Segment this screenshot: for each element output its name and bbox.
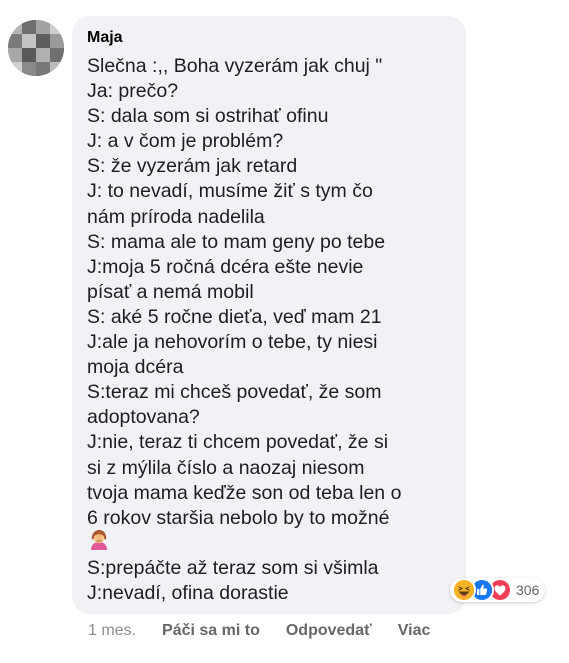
comment-timestamp[interactable]: 1 mes. bbox=[88, 622, 136, 640]
haha-reaction-icon bbox=[452, 578, 476, 602]
reactions-summary[interactable]: 306 bbox=[450, 578, 546, 602]
comment-line: písať a nemá mobil bbox=[87, 280, 254, 303]
comment-line: J: a v čom je problém? bbox=[87, 130, 284, 153]
comment-line: tvoja mama keďže son od teba len o bbox=[87, 481, 402, 504]
comment-line: S: že vyzerám jak retard bbox=[87, 155, 298, 178]
reaction-count: 306 bbox=[516, 582, 540, 598]
emoji-line bbox=[87, 528, 452, 559]
comment-line: S:prepáčte až teraz som si všimla bbox=[87, 556, 379, 579]
comment-line: si z mýlila číslo a naozaj niesom bbox=[87, 456, 365, 479]
avatar[interactable] bbox=[8, 20, 64, 76]
comment-line: 6 rokov staršia nebolo by to možné bbox=[87, 506, 390, 529]
comment-actions: 1 mes. Páči sa mi to Odpovedať Viac bbox=[88, 622, 456, 640]
comment-line: J:moja 5 ročná dcéra ešte nevie bbox=[87, 255, 364, 278]
comment-line: S: aké 5 ročne dieťa, veď mam 21 bbox=[87, 305, 382, 328]
more-button[interactable]: Viac bbox=[398, 622, 431, 640]
comment-line: Ja: prečo? bbox=[87, 80, 179, 103]
comment-text: Slečna :,, Boha vyzerám jak chuj " Ja: p… bbox=[87, 54, 452, 606]
comment-line: adoptovana? bbox=[87, 406, 200, 429]
comment-line: J: to nevadí, musíme žiť s tym čo bbox=[87, 180, 373, 203]
comment-line: nám príroda nadelila bbox=[87, 205, 265, 228]
reply-button[interactable]: Odpovedať bbox=[286, 622, 372, 640]
comment-line: J:nie, teraz ti chcem povedať, že si bbox=[87, 431, 389, 454]
comment-line: S: dala som si ostrihať ofinu bbox=[87, 105, 329, 128]
comment-bubble: Maja Slečna :,, Boha vyzerám jak chuj " … bbox=[72, 16, 466, 614]
facepalm-woman-emoji-icon bbox=[87, 528, 111, 559]
comment-author[interactable]: Maja bbox=[87, 28, 452, 48]
like-button[interactable]: Páči sa mi to bbox=[162, 622, 260, 640]
comment-line: Slečna :,, Boha vyzerám jak chuj " bbox=[87, 55, 383, 77]
comment-line: moja dcéra bbox=[87, 356, 184, 379]
comment-line: S: mama ale to mam geny po tebe bbox=[87, 230, 386, 253]
comment-line: S:teraz mi chceš povedať, že som bbox=[87, 381, 382, 404]
comment-line: J:nevadí, ofina dorastie bbox=[87, 581, 289, 604]
comment-line: J:ale ja nehovorím o tebe, ty niesi bbox=[87, 331, 378, 354]
